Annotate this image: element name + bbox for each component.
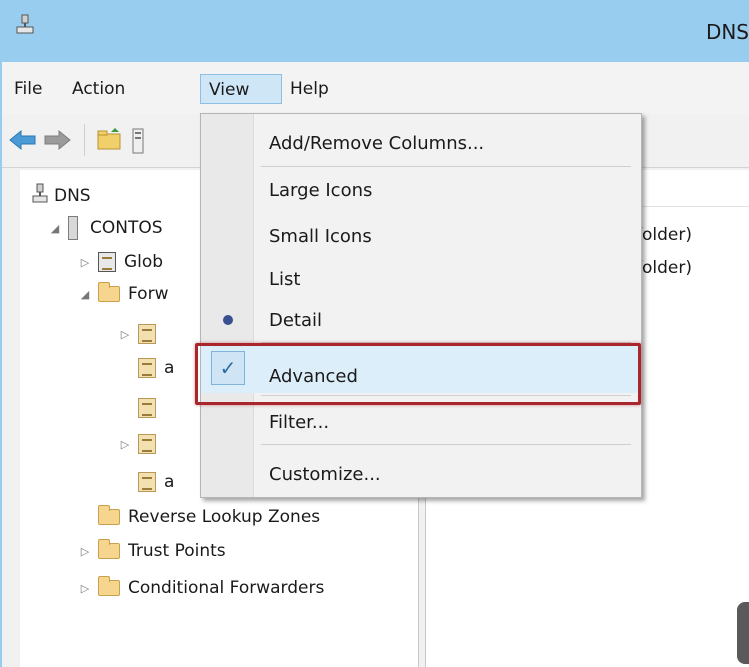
- tree-node-zone-5[interactable]: a: [138, 468, 174, 496]
- tree-label: Reverse Lookup Zones: [128, 507, 321, 527]
- menu-item-small-icons[interactable]: Small Icons: [269, 220, 372, 254]
- radio-selected-icon: [223, 315, 233, 325]
- global-logs-icon: [98, 252, 116, 272]
- tree-label: CONTOS: [90, 218, 163, 238]
- corner-badge: [737, 602, 749, 664]
- tree-node-zone-3[interactable]: [138, 394, 164, 422]
- list-item[interactable]: folder): [636, 225, 692, 245]
- collapse-icon[interactable]: ◢: [78, 288, 92, 301]
- collapse-icon[interactable]: ◢: [48, 222, 62, 235]
- window-title: DNS: [705, 20, 749, 44]
- dns-app-icon: [16, 14, 34, 41]
- menu-item-detail[interactable]: Detail: [269, 304, 322, 338]
- tree-node-server[interactable]: ◢ CONTOS: [48, 214, 163, 242]
- menu-separator: [261, 444, 631, 445]
- tree-node-global[interactable]: ▷ Glob: [78, 248, 163, 276]
- zone-icon: [138, 358, 156, 378]
- menu-action[interactable]: Action: [64, 74, 133, 104]
- menu-view[interactable]: View: [200, 74, 282, 104]
- tree-node-trust[interactable]: ▷ Trust Points: [78, 537, 226, 565]
- expand-icon[interactable]: ▷: [78, 256, 92, 269]
- tree-label: DNS: [54, 186, 91, 206]
- folder-icon: [98, 282, 120, 302]
- tree-node-zone-4[interactable]: ▷: [118, 430, 164, 458]
- menu-separator: [261, 166, 631, 167]
- tree-node-reverse[interactable]: Reverse Lookup Zones: [98, 503, 320, 531]
- tree-node-zone-1[interactable]: ▷: [118, 320, 164, 348]
- list-item[interactable]: folder): [636, 258, 692, 278]
- server-icon: [68, 216, 78, 240]
- folder-icon: [98, 539, 120, 559]
- tree-label: Conditional Forwarders: [128, 578, 325, 598]
- title-bar: DNS: [0, 0, 749, 62]
- expand-icon[interactable]: ▷: [118, 438, 132, 451]
- tree-label: Trust Points: [128, 541, 226, 561]
- tree-label: Glob: [124, 252, 164, 272]
- menu-gutter: [201, 114, 254, 497]
- folder-icon: [98, 505, 120, 525]
- menu-item-list[interactable]: List: [269, 263, 300, 297]
- tree-node-forward[interactable]: ◢ Forw: [78, 280, 168, 308]
- toolbar-separator: [84, 124, 85, 156]
- expand-icon[interactable]: ▷: [78, 582, 92, 595]
- tree-label: a: [164, 358, 175, 378]
- menu-item-customize[interactable]: Customize...: [269, 458, 381, 492]
- menu-item-add-remove-columns[interactable]: Add/Remove Columns...: [269, 127, 484, 161]
- menu-file[interactable]: File: [6, 74, 50, 104]
- menu-help[interactable]: Help: [282, 74, 337, 104]
- dns-icon: [32, 183, 48, 210]
- view-menu-dropdown: Add/Remove Columns... Large Icons Small …: [200, 113, 642, 498]
- show-hide-tree-icon[interactable]: [132, 128, 144, 159]
- menu-item-filter[interactable]: Filter...: [269, 406, 329, 440]
- zone-icon: [138, 398, 156, 418]
- menu-bar: File Action View Help: [2, 62, 749, 114]
- expand-icon[interactable]: ▷: [118, 328, 132, 341]
- expand-icon[interactable]: ▷: [78, 545, 92, 558]
- tree-node-dns[interactable]: DNS: [32, 182, 91, 210]
- tree-node-zone-2[interactable]: a: [138, 354, 174, 382]
- menu-item-large-icons[interactable]: Large Icons: [269, 174, 372, 208]
- folder-icon: [98, 576, 120, 596]
- highlight-annotation-box: [195, 343, 641, 405]
- zone-icon: [138, 472, 156, 492]
- tree-label: Forw: [128, 284, 169, 304]
- zone-icon: [138, 434, 156, 454]
- zone-icon: [138, 324, 156, 344]
- tree-label: a: [164, 472, 175, 492]
- folder-up-icon[interactable]: [96, 128, 124, 157]
- tree-node-conditional[interactable]: ▷ Conditional Forwarders: [78, 574, 324, 602]
- back-arrow-icon[interactable]: [8, 128, 38, 157]
- forward-arrow-icon[interactable]: [42, 128, 72, 157]
